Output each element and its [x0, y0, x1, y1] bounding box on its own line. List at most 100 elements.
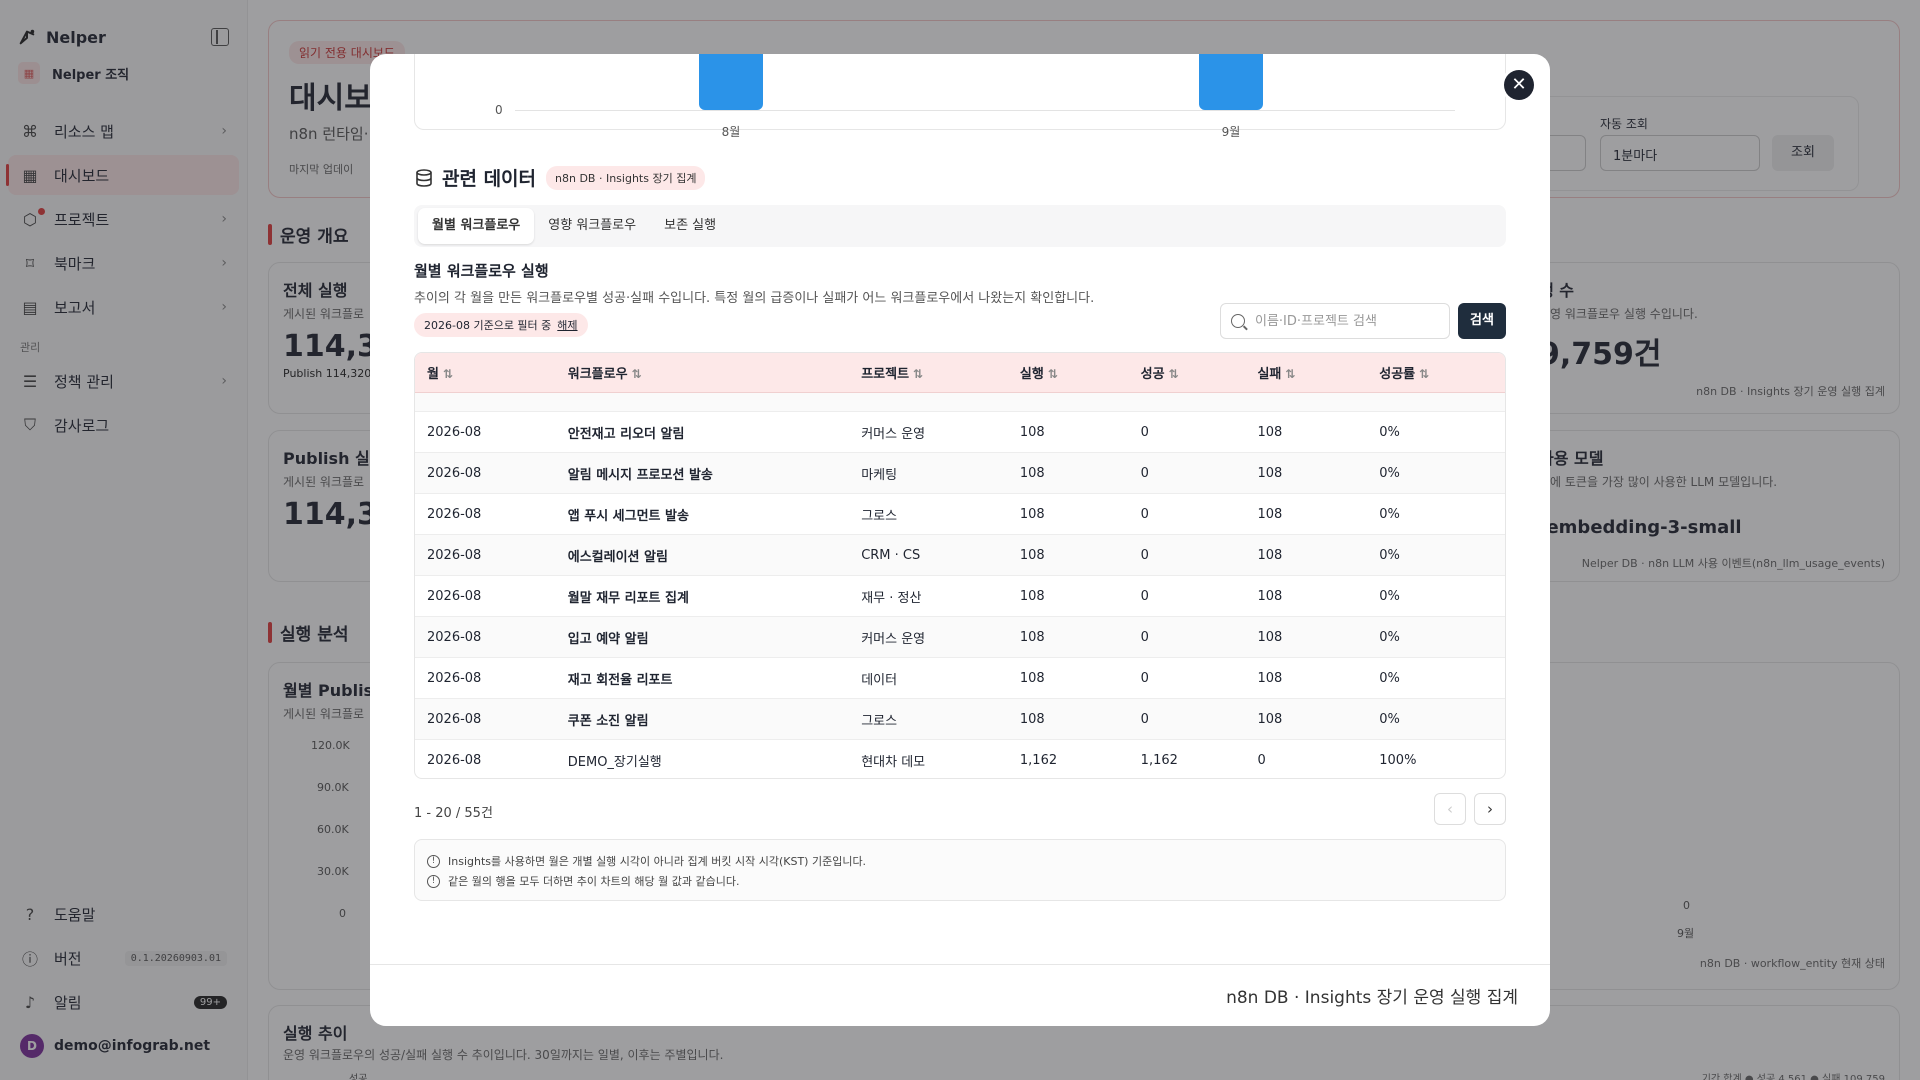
table-cell: 0%: [1379, 629, 1400, 645]
table-cell: 108: [1019, 547, 1045, 563]
table-row[interactable]: 2026-08 앱 푸시 세그먼트 발송 그로스 108 0 108 0%: [415, 494, 1505, 535]
table-cell: 0: [1140, 547, 1149, 563]
col-workflow[interactable]: 워크플로우 ⇅: [556, 363, 849, 382]
col-project[interactable]: 프로젝트 ⇅: [849, 363, 1008, 382]
table-cell: 0: [1140, 629, 1149, 645]
table-cell: 108: [1019, 629, 1045, 645]
info-text: Insights를 사용하면 월은 개별 실행 시각이 아니라 집계 버킷 시작…: [448, 855, 867, 868]
sort-icon: ⇅: [1168, 367, 1179, 381]
col-exec[interactable]: 실행 ⇅: [1008, 363, 1129, 382]
table-cell: 0: [1140, 465, 1149, 481]
table-cell: 2026-08: [427, 670, 482, 686]
table-cell: 108: [1019, 711, 1045, 727]
table-cell: 2026-08: [427, 465, 482, 481]
chevron-left-icon: ‹: [1447, 800, 1453, 818]
search-icon: [1231, 314, 1245, 328]
table-cell: 108: [1257, 547, 1283, 563]
table-cell: 2026-08: [427, 711, 482, 727]
footer-source: n8n DB · Insights 장기 운영 실행 집계: [1226, 988, 1518, 1008]
table-title: 월별 워크플로우 실행: [414, 262, 549, 280]
col-label: 프로젝트: [861, 367, 910, 382]
table-row[interactable]: 2026-08 DEMO_장기실행 현대차 데모 1,162 1,162 0 100%: [415, 740, 1505, 778]
bar-sep[interactable]: [1199, 54, 1263, 110]
table-cell: 0%: [1379, 711, 1400, 727]
table-cell: 알림 메시지 프로모션 발송: [567, 467, 713, 483]
sort-icon: ⇅: [1047, 367, 1058, 381]
info-notes: ! Insights를 사용하면 월은 개별 실행 시각이 아니라 집계 버킷 시…: [414, 839, 1506, 901]
related-tabs: 월별 워크플로우 영향 워크플로우 보존 실행: [414, 205, 1506, 247]
next-page-button[interactable]: ›: [1474, 793, 1506, 825]
chevron-right-icon: ›: [1487, 800, 1493, 818]
table-cell: 입고 예약 알림: [567, 631, 649, 647]
table-cell: 108: [1019, 424, 1045, 440]
filter-clear-link[interactable]: 해제: [557, 317, 577, 333]
table-cell: 2026-08: [427, 752, 482, 768]
table-cell: 108: [1257, 711, 1283, 727]
col-label: 실행: [1019, 367, 1044, 382]
y-tick-zero: 0: [495, 103, 503, 117]
table-cell: 108: [1257, 629, 1283, 645]
table-row[interactable]: 2026-08 재고 회전율 리포트 데이터 108 0 108 0%: [415, 658, 1505, 699]
table-cell: 0%: [1379, 547, 1400, 563]
col-fail[interactable]: 실패 ⇅: [1245, 363, 1367, 382]
table-cell: 그로스: [861, 713, 898, 729]
col-label: 워크플로우: [567, 367, 628, 382]
table-cell: 108: [1019, 506, 1045, 522]
tab-monthly-workflow[interactable]: 월별 워크플로우: [418, 208, 535, 244]
tab-retained-exec[interactable]: 보존 실행: [650, 208, 730, 244]
filter-text: 2026-08 기준으로 필터 중: [424, 319, 552, 332]
close-button[interactable]: ✕: [1504, 70, 1534, 100]
table-cell: 108: [1257, 506, 1283, 522]
col-success[interactable]: 성공 ⇅: [1129, 363, 1246, 382]
table-cell: 0%: [1379, 670, 1400, 686]
table-row[interactable]: 2026-08 쿠폰 소진 알림 그로스 108 0 108 0%: [415, 699, 1505, 740]
table-cell: 안전재고 리오더 알림: [567, 426, 685, 442]
table-row[interactable]: 2026-08 월말 재무 리포트 집계 재무 · 정산 108 0 108 0%: [415, 576, 1505, 617]
sort-icon: ⇅: [913, 367, 924, 381]
filter-chip: 2026-08 기준으로 필터 중 해제: [414, 313, 588, 337]
table-cell: 108: [1257, 465, 1283, 481]
info-text: 같은 월의 행을 모두 더하면 추이 차트의 해당 월 값과 같습니다.: [448, 875, 740, 888]
table-cell: 0%: [1379, 465, 1400, 481]
table-cell: 커머스 운영: [861, 426, 926, 442]
table-cell: 0: [1140, 588, 1149, 604]
table-cell: 2026-08: [427, 588, 482, 604]
sort-icon: ⇅: [1285, 367, 1296, 381]
bar-aug[interactable]: [699, 54, 763, 110]
table-header: 월 ⇅ 워크플로우 ⇅ 프로젝트 ⇅ 실행 ⇅ 성공 ⇅ 실패 ⇅ 성공률 ⇅: [415, 353, 1505, 393]
table-cell: 100%: [1379, 752, 1417, 768]
database-icon: [416, 168, 432, 187]
search-button[interactable]: 검색: [1458, 303, 1506, 339]
col-label: 실패: [1257, 367, 1282, 382]
table-cell: 108: [1019, 588, 1045, 604]
table-cell: 그로스: [861, 508, 898, 524]
table-cell: 108: [1257, 588, 1283, 604]
col-success-rate[interactable]: 성공률 ⇅: [1367, 363, 1505, 382]
table-cell: 108: [1019, 670, 1045, 686]
table-row[interactable]: 2026-08 알림 메시지 프로모션 발송 마케팅 108 0 108 0%: [415, 453, 1505, 494]
table-row[interactable]: 2026-08 안전재고 리오더 알림 커머스 운영 108 0 108 0%: [415, 412, 1505, 453]
tab-impact-workflow[interactable]: 영향 워크플로우: [534, 208, 650, 244]
info-icon: !: [427, 874, 440, 888]
col-label: 성공률: [1379, 367, 1416, 382]
table-row[interactable]: 2026-08 에스컬레이션 알림 CRM · CS 108 0 108 0%: [415, 535, 1505, 576]
chart-baseline: [515, 110, 1455, 111]
info-icon: !: [427, 854, 440, 868]
table-cell: 108: [1257, 424, 1283, 440]
table-cell: 1,162: [1019, 752, 1058, 768]
col-month[interactable]: 월 ⇅: [415, 363, 556, 382]
related-data-header: 관련 데이터 n8n DB · Insights 장기 집계: [414, 164, 706, 191]
workflow-table: 월 ⇅ 워크플로우 ⇅ 프로젝트 ⇅ 실행 ⇅ 성공 ⇅ 실패 ⇅ 성공률 ⇅ 2026-08…: [414, 352, 1506, 779]
source-badge: n8n DB · Insights 장기 집계: [546, 165, 706, 190]
table-cell: 2026-08: [427, 424, 482, 440]
table-row[interactable]: 2026-08 입고 예약 알림 커머스 운영 108 0 108 0%: [415, 617, 1505, 658]
table-cell: 마케팅: [861, 467, 898, 483]
search-input[interactable]: [1255, 313, 1435, 329]
sort-icon: ⇅: [1419, 367, 1430, 381]
table-cell: 앱 푸시 세그먼트 발송: [567, 508, 689, 524]
table-cell: 쿠폰 소진 알림: [567, 713, 649, 729]
prev-page-button[interactable]: ‹: [1434, 793, 1466, 825]
x-tick-label: 9월: [1221, 125, 1241, 139]
modal-footer: n8n DB · Insights 장기 운영 실행 집계: [370, 964, 1550, 1026]
table-description: 추이의 각 월을 만든 워크플로우별 성공·실패 수입니다. 특정 월의 급증이…: [414, 291, 1095, 306]
